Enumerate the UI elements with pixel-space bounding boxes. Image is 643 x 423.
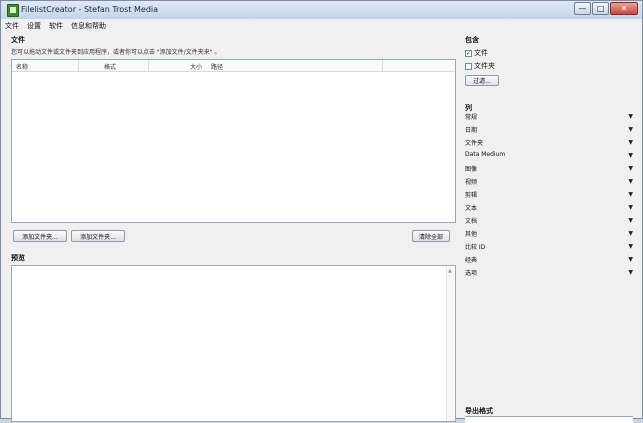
remove-all-button[interactable]: 清除全部 <box>412 230 450 242</box>
files-hint: 您可以拖动文件或文件夹到应用程序，或者你可以点击 "添加文件/文件夹来" 。 <box>11 49 221 56</box>
chevron-down-icon[interactable]: ▼ <box>628 139 633 146</box>
column-group-text[interactable]: 文本 ▼ <box>465 203 635 215</box>
chevron-down-icon[interactable]: ▼ <box>628 230 633 237</box>
right-panel: 包含 ✓ 文件 文件夹 过滤... 列 常规 ▼ 日期 ▼ 文件夹 ▼ Data… <box>465 35 635 423</box>
app-window: FilelistCreator - Stefan Trost Media — □… <box>0 0 643 423</box>
column-divider[interactable] <box>148 60 149 71</box>
file-list-header: 名称 格式 大小 路径 <box>12 60 455 72</box>
chevron-down-icon[interactable]: ▼ <box>628 217 633 224</box>
column-group-document[interactable]: 文档 ▼ <box>465 216 635 228</box>
column-group-image[interactable]: 图像 ▼ <box>465 164 635 176</box>
column-group-label: 日期 <box>465 127 478 134</box>
close-button[interactable]: ✕ <box>610 2 638 15</box>
include-folders-label: 文件夹 <box>474 62 495 70</box>
chevron-down-icon[interactable]: ▼ <box>628 113 633 120</box>
column-path[interactable]: 路径 <box>211 62 223 71</box>
maximize-button[interactable]: □ <box>592 2 609 15</box>
chevron-down-icon[interactable]: ▼ <box>628 243 633 250</box>
column-group-label: 常规 <box>465 114 478 121</box>
column-group-label: Data Medium <box>465 151 506 158</box>
column-group-clip[interactable]: 剪辑 ▼ <box>465 190 635 202</box>
column-group-label: 选项 <box>465 270 478 277</box>
chevron-down-icon[interactable]: ▼ <box>628 126 633 133</box>
chevron-down-icon[interactable]: ▼ <box>628 269 633 276</box>
files-title: 文件 <box>11 36 25 44</box>
menu-help[interactable]: 信息和帮助 <box>67 21 110 31</box>
column-format[interactable]: 格式 <box>104 62 116 71</box>
window-controls: — □ ✕ <box>573 2 638 16</box>
file-list[interactable]: 名称 格式 大小 路径 <box>11 59 456 223</box>
column-size[interactable]: 大小 <box>190 62 202 71</box>
scroll-up-icon[interactable]: ▲ <box>448 268 452 274</box>
chevron-down-icon[interactable]: ▼ <box>628 204 633 211</box>
minimize-button[interactable]: — <box>574 2 591 15</box>
add-folder-button[interactable]: 添加文件夹... <box>13 230 67 242</box>
chevron-down-icon[interactable]: ▼ <box>628 152 633 159</box>
menu-bar: 文件 设置 软件 信息和帮助 <box>1 19 642 32</box>
column-group-label: 视频 <box>465 179 478 186</box>
menu-software[interactable]: 软件 <box>45 21 67 31</box>
column-group-label: 文件夹 <box>465 140 484 147</box>
column-group-options[interactable]: 选项 ▼ <box>465 268 635 280</box>
column-group-folder[interactable]: 文件夹 ▼ <box>465 138 635 150</box>
include-folders-option[interactable]: 文件夹 <box>465 61 635 71</box>
title-bar[interactable]: FilelistCreator - Stefan Trost Media — □… <box>1 1 642 20</box>
app-icon <box>7 4 19 17</box>
column-divider[interactable] <box>382 60 383 71</box>
column-group-other[interactable]: 其他 ▼ <box>465 229 635 241</box>
export-title: 导出格式 <box>465 407 493 415</box>
preview-area[interactable]: ▲ <box>11 265 456 422</box>
preview-scrollbar[interactable]: ▲ <box>446 266 455 421</box>
checkbox-checked-icon[interactable]: ✓ <box>465 49 472 57</box>
checkbox-unchecked-icon[interactable] <box>465 62 472 70</box>
column-group-data-medium[interactable]: Data Medium ▼ <box>465 151 635 163</box>
column-group-video[interactable]: 视频 ▼ <box>465 177 635 189</box>
chevron-down-icon[interactable]: ▼ <box>628 165 633 172</box>
column-group-compare-id[interactable]: 比较 ID ▼ <box>465 242 635 254</box>
column-group-label: 文本 <box>465 205 478 212</box>
filter-button[interactable]: 过滤... <box>465 75 499 86</box>
chevron-down-icon[interactable]: ▼ <box>628 178 633 185</box>
chevron-down-icon[interactable]: ▼ <box>628 191 633 198</box>
column-group-general[interactable]: 常规 ▼ <box>465 112 635 124</box>
column-group-label: 其他 <box>465 231 478 238</box>
column-group-label: 经典 <box>465 257 478 264</box>
menu-settings[interactable]: 设置 <box>23 21 45 31</box>
add-files-button[interactable]: 添加文件夹... <box>71 230 125 242</box>
column-name[interactable]: 名称 <box>16 62 28 71</box>
file-buttons: 添加文件夹... 添加文件夹... 清除全部 <box>11 230 456 244</box>
include-files-label: 文件 <box>474 49 488 57</box>
left-panel: 文件 您可以拖动文件或文件夹到应用程序，或者你可以点击 "添加文件/文件夹来" … <box>11 35 456 422</box>
include-files-option[interactable]: ✓ 文件 <box>465 48 635 58</box>
include-title: 包含 <box>465 36 479 44</box>
window-title: FilelistCreator - Stefan Trost Media <box>21 5 159 14</box>
preview-title: 预览 <box>11 254 25 262</box>
column-divider[interactable] <box>78 60 79 71</box>
column-group-label: 图像 <box>465 166 478 173</box>
chevron-down-icon[interactable]: ▼ <box>628 256 633 263</box>
menu-file[interactable]: 文件 <box>1 21 23 31</box>
column-group-classic[interactable]: 经典 ▼ <box>465 255 635 267</box>
column-group-label: 文档 <box>465 218 478 225</box>
column-group-label: 剪辑 <box>465 192 478 199</box>
export-format-box[interactable] <box>465 416 633 423</box>
column-group-label: 比较 ID <box>465 244 486 251</box>
column-group-date[interactable]: 日期 ▼ <box>465 125 635 137</box>
